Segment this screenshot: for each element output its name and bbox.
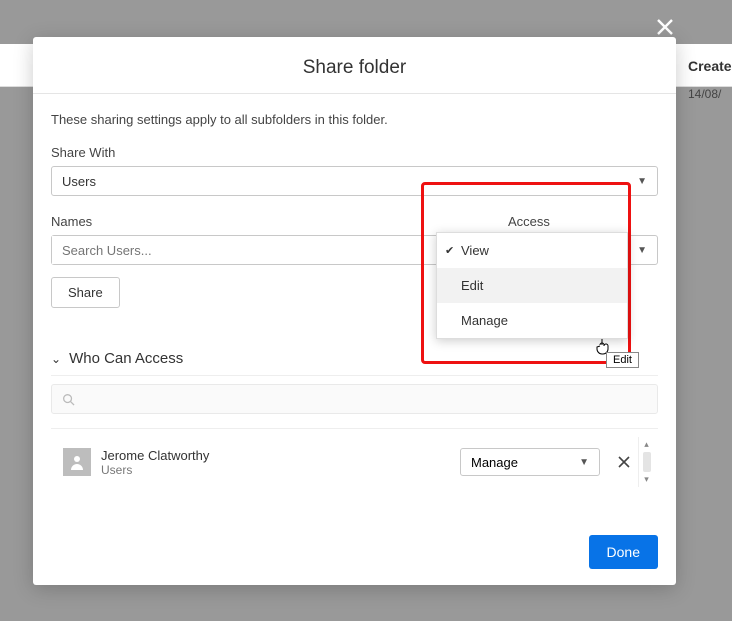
who-can-access-header[interactable]: ⌄ Who Can Access	[51, 350, 658, 376]
dialog-header: Share folder	[33, 37, 676, 94]
scroll-down-icon: ▾	[644, 474, 649, 485]
scroll-track	[643, 452, 651, 472]
caret-down-icon: ▼	[579, 457, 589, 468]
share-button[interactable]: Share	[51, 277, 120, 308]
scroll-up-icon: ▴	[644, 439, 649, 450]
entry-role-select[interactable]: Manage ▼	[460, 448, 600, 476]
search-icon	[62, 393, 75, 406]
caret-down-icon: ▼	[637, 176, 647, 187]
names-label: Names	[51, 214, 466, 229]
close-icon	[618, 456, 630, 468]
who-can-access-filter[interactable]	[51, 384, 658, 414]
done-button[interactable]: Done	[589, 535, 658, 569]
share-with-value: Users	[62, 174, 96, 189]
scrollbar[interactable]: ▴ ▾	[638, 437, 654, 487]
remove-entry-button[interactable]	[610, 456, 638, 468]
caret-down-icon: ▼	[637, 245, 647, 256]
access-label: Access	[508, 214, 658, 229]
background-date-cell: 14/08/	[680, 87, 732, 107]
share-with-label: Share With	[51, 145, 658, 160]
entry-type: Users	[101, 463, 460, 477]
access-option-view[interactable]: ✔ View	[437, 233, 627, 268]
avatar	[63, 448, 91, 476]
chevron-down-icon: ⌄	[51, 352, 61, 366]
check-icon: ✔	[445, 244, 454, 257]
entry-role-value: Manage	[471, 455, 518, 470]
access-dropdown-menu: ✔ View Edit Manage	[436, 232, 628, 339]
option-label: View	[461, 243, 489, 258]
intro-text: These sharing settings apply to all subf…	[51, 112, 658, 127]
dialog-title: Share folder	[33, 57, 676, 79]
option-label: Manage	[461, 313, 508, 328]
column-header-create: Create	[680, 44, 732, 87]
user-icon	[68, 453, 86, 471]
access-option-manage[interactable]: Manage	[437, 303, 627, 338]
names-search-input[interactable]	[52, 236, 463, 264]
close-icon[interactable]	[656, 18, 674, 36]
who-can-access-title: Who Can Access	[69, 350, 183, 367]
entry-name: Jerome Clatworthy	[101, 448, 460, 463]
access-option-edit[interactable]: Edit	[437, 268, 627, 303]
access-entry-row: Jerome Clatworthy Users Manage ▼ ▴ ▾	[51, 428, 658, 495]
share-with-select[interactable]: Users ▼	[51, 166, 658, 196]
option-label: Edit	[461, 278, 483, 293]
